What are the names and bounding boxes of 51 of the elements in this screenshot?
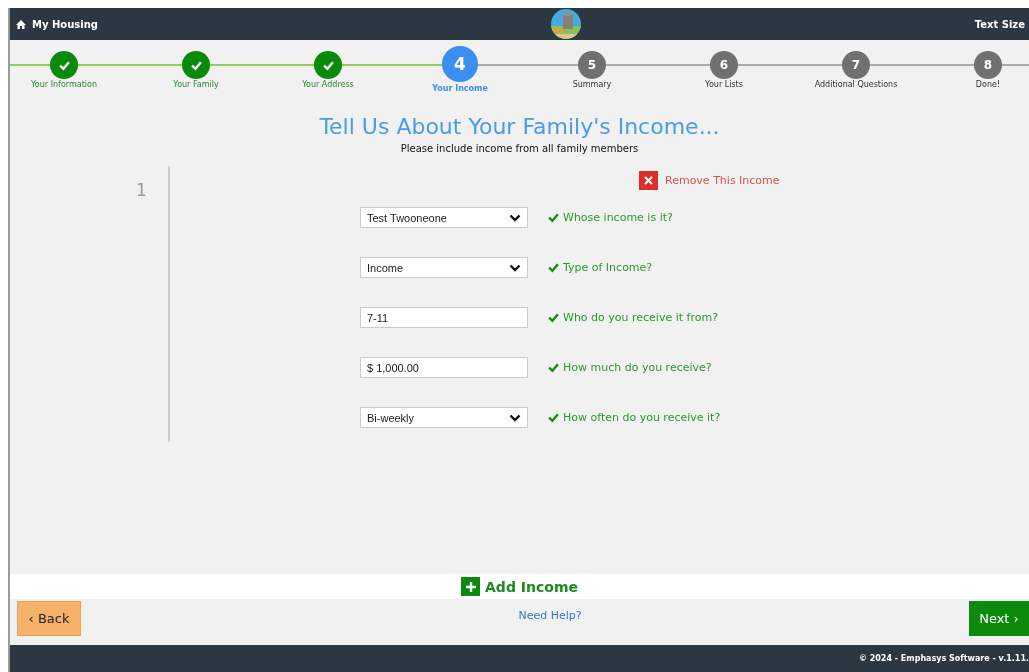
check-icon [548,262,559,273]
dropdown-field[interactable]: Bi-weekly [360,407,528,428]
dropdown-field[interactable]: Income [360,257,528,278]
chevron-down-icon [509,213,521,222]
step-label: Your Address [302,80,354,89]
check-icon [548,412,559,423]
step-label: Your Lists [705,80,743,89]
step-indicator[interactable]: 6 [710,51,738,79]
home-icon [16,19,26,29]
step-indicator[interactable]: 4 [442,46,478,82]
step-label: Your Income [432,84,488,93]
step-label: Done! [975,80,1001,89]
add-income-button[interactable]: Add Income [461,577,578,596]
help-link[interactable]: Need Help? [518,609,582,622]
step-label: Your Information [31,80,97,89]
field-question: How much do you receive? [563,361,712,374]
step-label: Your Family [173,80,219,89]
step-indicator[interactable] [182,51,210,79]
step-indicator[interactable]: 8 [974,51,1002,79]
income-number: 1 [136,179,148,202]
step-indicator[interactable] [314,51,342,79]
check-icon [190,59,202,71]
chevron-down-icon [509,263,521,272]
input-field[interactable]: 7-11 [360,307,528,328]
check-icon [548,312,559,323]
step-label: Additional Questions [814,80,898,89]
step-indicator[interactable]: 5 [578,51,606,79]
field-question: Whose income is it? [563,211,673,224]
dropdown-field[interactable]: Test Twooneone [360,207,528,228]
input-field[interactable]: $ 1,000.00 [360,357,528,378]
check-icon [58,59,70,71]
chevron-down-icon [509,413,521,422]
check-icon [322,59,334,71]
page-heading: Tell Us About Your Family's Income... [319,114,720,139]
step-indicator[interactable] [50,51,78,79]
step-label: Summary [572,80,612,89]
back-button[interactable]: ‹ Back [17,601,81,636]
field-question: Who do you receive it from? [563,311,718,324]
step-indicator[interactable]: 7 [842,51,870,79]
text-size-button[interactable]: Text Size [974,18,1025,30]
check-icon [548,362,559,373]
next-button[interactable]: Next › [969,601,1029,636]
field-question: How often do you receive it? [563,411,721,424]
page-subheading: Please include income from all family members [400,143,639,154]
check-icon [548,212,559,223]
field-question: Type of Income? [563,261,653,274]
app-title[interactable]: My Housing [32,18,98,30]
close-icon [639,171,658,190]
remove-income-link[interactable]: Remove This Income [639,171,780,190]
footer-text: © 2024 - Emphasys Software - v.1.11. [858,654,1029,663]
plus-icon [461,577,481,596]
